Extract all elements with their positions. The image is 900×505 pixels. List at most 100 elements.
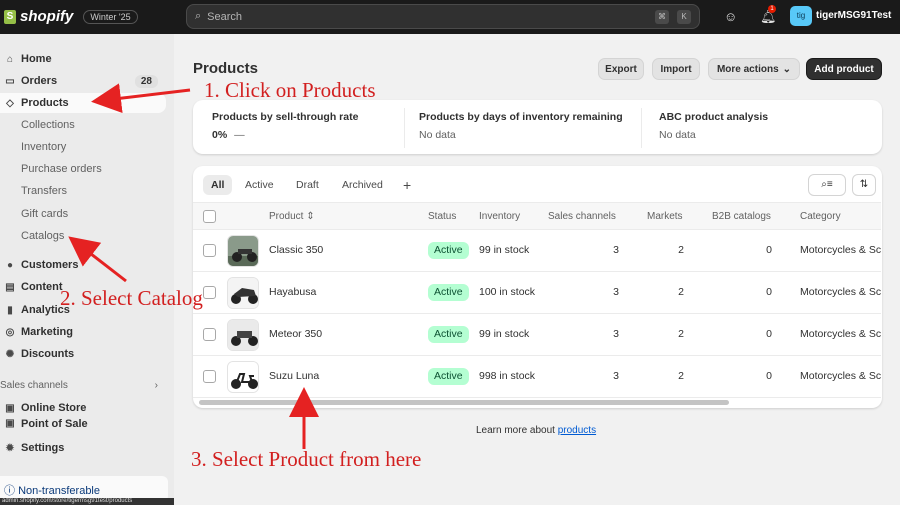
divider (404, 108, 405, 148)
metric-number: 0% (212, 129, 228, 141)
row-checkbox[interactable] (203, 370, 216, 383)
sidebar-item-label: Online Store (21, 402, 87, 414)
table-row[interactable]: Hayabusa Active 100 in stock 3 2 0 Motor… (193, 272, 881, 314)
username[interactable]: tigerMSG91Test (816, 10, 891, 21)
add-product-button[interactable]: Add product (806, 58, 882, 80)
select-all-checkbox[interactable] (203, 210, 216, 223)
sidebar-item-gift-cards[interactable]: Gift cards (0, 204, 166, 224)
sales-channels-header[interactable]: Sales channels › (0, 380, 166, 391)
column-inventory: Inventory (479, 211, 521, 222)
sidebar-item-label: Content (21, 281, 63, 293)
sidebar-item-inventory[interactable]: Inventory (0, 137, 166, 157)
sidebar-item-catalogs[interactable]: Catalogs (0, 226, 166, 246)
orders-icon: ▭ (5, 75, 15, 87)
annotation-step-1: 1. Click on Products (204, 78, 376, 102)
column-product[interactable]: Product ⇕ (269, 211, 315, 222)
divider (641, 108, 642, 148)
search-placeholder: Search (207, 10, 243, 23)
notification-badge: 1 (768, 5, 776, 13)
avatar[interactable]: tig (790, 6, 812, 26)
markets-cell: 2 (678, 328, 684, 340)
filter-icon: ≡ (826, 179, 833, 190)
shopify-bag-icon: S (4, 9, 16, 24)
metric-title[interactable]: Products by days of inventory remaining (419, 111, 623, 123)
markets-cell: 2 (678, 370, 684, 382)
product-name[interactable]: Classic 350 (269, 244, 323, 256)
chevron-down-icon: ⌄ (782, 63, 792, 75)
sidebar-item-products[interactable]: ◇ Products (0, 93, 166, 113)
learn-more-text: Learn more about products (476, 425, 596, 436)
sidekick-icon[interactable]: ☺ (724, 9, 737, 24)
sidebar-item-discounts[interactable]: ✺ Discounts (0, 344, 166, 364)
search-icon: ⌕ (195, 10, 202, 22)
product-name[interactable]: Meteor 350 (269, 328, 322, 340)
products-table-card: All Active Draft Archived + ⌕≡ ⇅ Product… (193, 166, 882, 408)
sidebar-item-label: Products (21, 97, 69, 109)
sidebar-item-purchase-orders[interactable]: Purchase orders (0, 159, 166, 179)
store-icon: ▣ (5, 402, 15, 414)
sidebar-item-label: Transfers (21, 185, 68, 197)
sales-channels-cell: 3 (613, 286, 619, 298)
sidebar-item-label: Settings (21, 442, 65, 454)
row-checkbox[interactable] (203, 244, 216, 257)
product-thumbnail (227, 361, 259, 393)
tab-archived[interactable]: Archived (334, 175, 391, 195)
sidebar-item-customers[interactable]: ● Customers (0, 255, 166, 275)
target-icon: ◎ (5, 326, 15, 338)
sidebar-item-orders[interactable]: ▭ Orders 28 (0, 71, 166, 91)
markets-cell: 2 (678, 244, 684, 256)
sidebar-item-label: Catalogs (21, 230, 65, 242)
column-b2b-catalogs: B2B catalogs (712, 211, 771, 222)
row-checkbox[interactable] (203, 328, 216, 341)
products-help-link[interactable]: products (558, 425, 596, 436)
sidebar-item-marketing[interactable]: ◎ Marketing (0, 322, 166, 342)
inventory-cell: 99 in stock (479, 244, 530, 256)
content-icon: ▤ (5, 281, 15, 293)
tab-all[interactable]: All (203, 175, 233, 195)
category-cell: Motorcycles & Sc (800, 286, 881, 298)
discount-icon: ✺ (5, 348, 15, 360)
sales-channels-label: Sales channels (0, 380, 68, 391)
sidebar-item-label: Orders (21, 75, 58, 87)
product-name[interactable]: Suzu Luna (269, 370, 319, 382)
metric-title[interactable]: Products by sell-through rate (212, 111, 358, 123)
import-button[interactable]: Import (652, 58, 700, 80)
person-icon: ● (6, 259, 14, 271)
sidebar-item-online-store[interactable]: ▣ Online Store (0, 398, 166, 418)
add-view-button[interactable]: + (395, 175, 419, 195)
more-actions-button[interactable]: More actions ⌄ (708, 58, 800, 80)
export-button[interactable]: Export (598, 58, 644, 80)
sidebar-item-collections[interactable]: Collections (0, 115, 166, 135)
tab-draft[interactable]: Draft (288, 175, 327, 195)
row-checkbox[interactable] (203, 286, 216, 299)
sidebar-item-label: Collections (21, 119, 75, 131)
column-sales-channels: Sales channels (548, 211, 616, 222)
product-name[interactable]: Hayabusa (269, 286, 316, 298)
search-input[interactable]: ⌕ Search ⌘ K (186, 4, 700, 29)
sidebar-item-label: Discounts (21, 348, 75, 360)
product-thumbnail (227, 235, 259, 267)
metric-title[interactable]: ABC product analysis (659, 111, 768, 123)
sort-icon: ⇅ (859, 179, 869, 190)
shopify-logo[interactable]: S shopify Winter '25 (4, 8, 138, 25)
brand-name: shopify (20, 8, 74, 25)
sidebar-item-settings[interactable]: ✹ Settings (0, 438, 166, 458)
table-row[interactable]: Meteor 350 Active 99 in stock 3 2 0 Moto… (193, 314, 881, 356)
sidebar-item-home[interactable]: ⌂ Home (0, 49, 166, 69)
table-row[interactable]: Suzu Luna Active 998 in stock 3 2 0 Moto… (193, 356, 881, 398)
b2b-catalogs-cell: 0 (766, 370, 772, 382)
tab-active[interactable]: Active (237, 175, 282, 195)
sidebar-item-transfers[interactable]: Transfers (0, 181, 166, 201)
horizontal-scrollbar[interactable] (199, 400, 729, 405)
status-badge: Active (428, 284, 469, 301)
sidebar-item-point-of-sale[interactable]: ▣ Point of Sale (0, 418, 166, 428)
gear-icon: ✹ (5, 442, 15, 454)
column-label: Product (269, 211, 304, 222)
orders-count-badge: 28 (134, 75, 158, 88)
tag-icon: ◇ (6, 97, 14, 109)
table-row[interactable]: Classic 350 Active 99 in stock 3 2 0 Mot… (193, 230, 881, 272)
sort-button[interactable]: ⇅ (852, 174, 876, 196)
b2b-catalogs-cell: 0 (766, 286, 772, 298)
search-filter-button[interactable]: ⌕≡ (808, 174, 846, 196)
sidebar-item-label: Inventory (21, 141, 67, 153)
